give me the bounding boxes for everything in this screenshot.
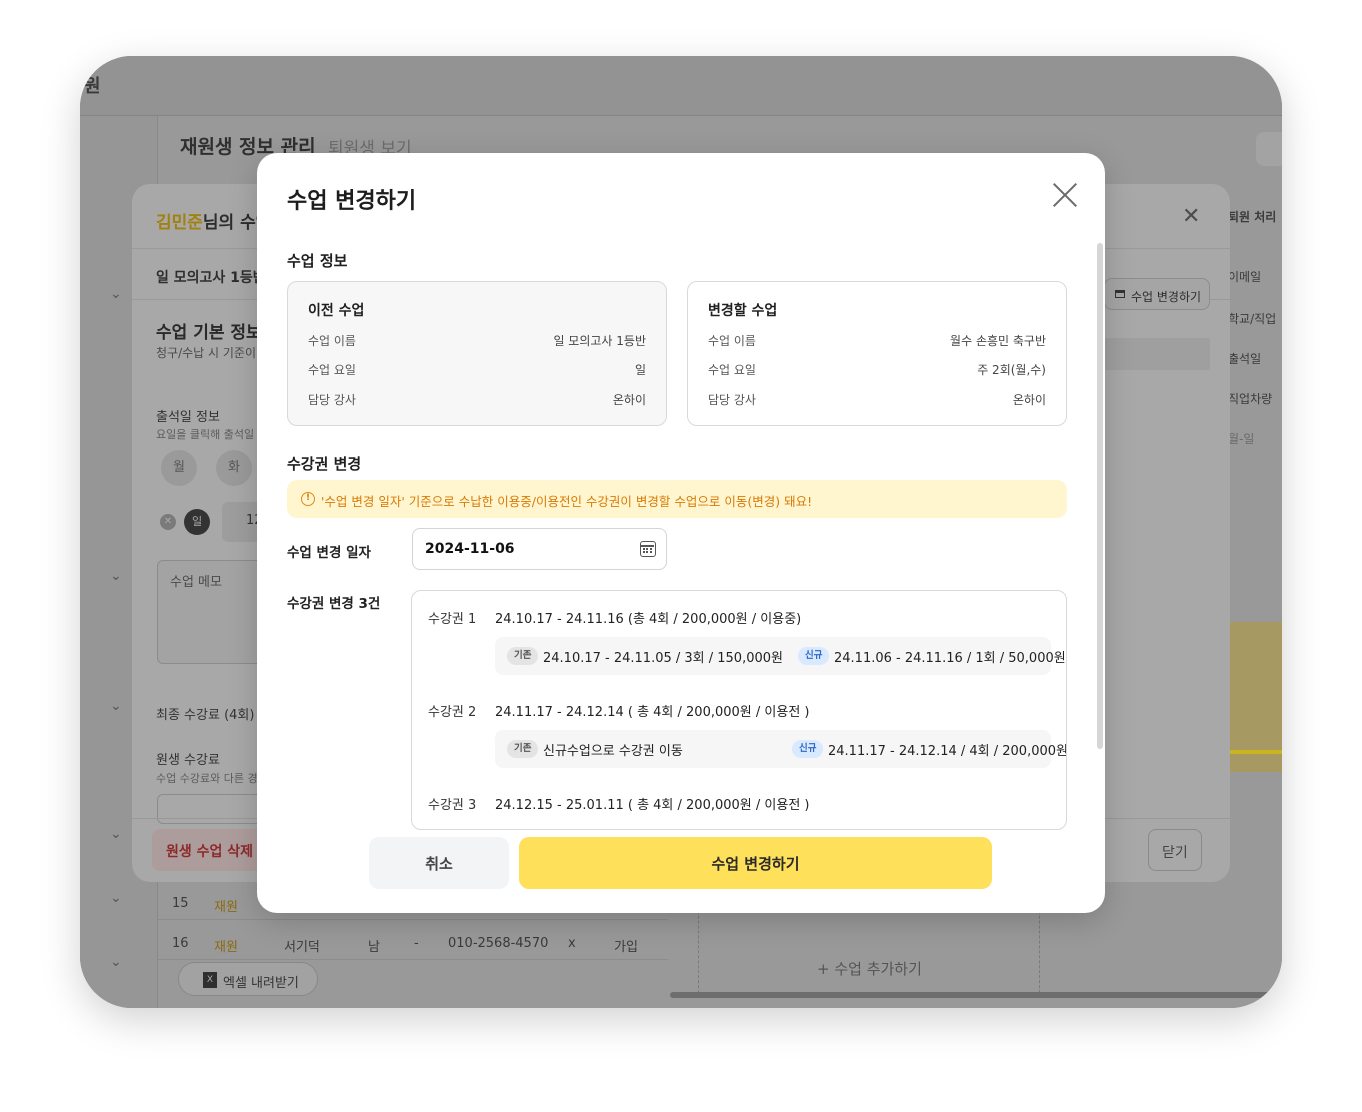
change-date-label: 수업 변경 일자 bbox=[287, 545, 371, 561]
close-icon[interactable] bbox=[1051, 181, 1079, 209]
time-field[interactable]: 12 bbox=[222, 502, 263, 542]
pass-count-label: 수강권 변경 3건 bbox=[287, 596, 381, 612]
info-label: 담당 강사 bbox=[708, 393, 756, 407]
right-column: 퇴원 처리 이메일 학교/직업 출석일 직업차량 월-일 bbox=[1228, 186, 1282, 706]
day-toggle[interactable]: 화 bbox=[216, 450, 252, 486]
pass-name: 수강권 1 bbox=[428, 612, 477, 627]
new-class-title: 변경할 수업 bbox=[708, 303, 778, 319]
info-value: 월수 손흥민 축구반 bbox=[950, 334, 1046, 348]
new-badge: 신규 bbox=[792, 740, 824, 758]
chevron-down-icon[interactable]: ⌄ bbox=[110, 890, 122, 906]
original-fee-label: 원생 수강료 bbox=[156, 753, 220, 768]
app-topbar: 원 bbox=[80, 56, 1282, 116]
card-icon bbox=[1115, 290, 1125, 298]
app-title: 원 bbox=[84, 76, 101, 97]
attendance-hint: 요일을 클릭해 출석일 선 bbox=[156, 428, 268, 441]
pass-range: 24.12.15 - 25.01.11 ( 총 4회 / 200,000원 / … bbox=[495, 798, 810, 813]
info-label: 수업 요일 bbox=[308, 363, 356, 377]
right-item: 월-일 bbox=[1228, 432, 1255, 446]
horizontal-scrollbar[interactable] bbox=[670, 992, 1282, 998]
day-chip-active[interactable]: 일 bbox=[184, 509, 210, 535]
change-date-value: 2024-11-06 bbox=[425, 541, 515, 557]
close-icon[interactable]: ✕ bbox=[1182, 204, 1200, 229]
final-fee-label: 최종 수강료 (4회) bbox=[156, 708, 255, 723]
right-item: 출석일 bbox=[1228, 352, 1262, 366]
original-fee-hint: 수업 수강료와 다른 경 bbox=[156, 772, 258, 785]
pass-name: 수강권 2 bbox=[428, 705, 477, 720]
info-value: 일 모의고사 1등반 bbox=[553, 334, 646, 348]
day-toggle[interactable]: 월 bbox=[161, 450, 197, 486]
change-date-input[interactable]: 2024-11-06 bbox=[412, 528, 667, 570]
add-class-button[interactable]: + 수업 추가하기 bbox=[817, 958, 922, 979]
notice-text: '수업 변경 일자' 기준으로 수납한 이용중/이용전인 수강권이 변경할 수업… bbox=[321, 494, 813, 509]
right-item: 학교/직업 bbox=[1228, 312, 1277, 326]
delete-class-button[interactable]: 원생 수업 삭제 bbox=[152, 829, 264, 871]
student-class-title: 김민준님의 수업 bbox=[156, 213, 272, 233]
attendance-label: 출석일 정보 bbox=[156, 410, 220, 425]
info-value: 일 bbox=[634, 363, 646, 377]
info-value: 온하이 bbox=[612, 393, 646, 407]
memo-input[interactable]: 수업 메모 bbox=[157, 560, 267, 664]
chevron-down-icon[interactable]: ⌄ bbox=[110, 954, 122, 970]
chevron-down-icon[interactable]: ⌄ bbox=[110, 826, 122, 842]
modal-title: 수업 변경하기 bbox=[287, 189, 417, 214]
table-row[interactable]: 16 재원 서기덕 남 - 010-2568-4570 x 가입 bbox=[158, 926, 668, 960]
pass-range: 24.11.17 - 24.12.14 ( 총 4회 / 200,000원 / … bbox=[495, 705, 810, 720]
change-class-button[interactable]: 수업 변경하기 bbox=[1104, 278, 1210, 310]
info-label: 수업 이름 bbox=[708, 334, 756, 348]
document-icon[interactable] bbox=[1256, 132, 1282, 166]
retire-action[interactable]: 퇴원 처리 bbox=[1228, 208, 1282, 225]
notice-banner: ! '수업 변경 일자' 기준으로 수납한 이용중/이용전인 수강권이 변경할 … bbox=[287, 480, 1067, 518]
tab-class[interactable]: 일 모의고사 1등반 bbox=[156, 267, 266, 287]
remove-icon[interactable]: ✕ bbox=[160, 514, 176, 530]
submit-change-button[interactable]: 수업 변경하기 bbox=[519, 837, 992, 889]
excel-icon: X bbox=[203, 972, 217, 988]
old-pass-text: 신규수업으로 수강권 이동 bbox=[543, 744, 683, 759]
pass-range: 24.10.17 - 24.11.16 (총 4회 / 200,000원 / 이… bbox=[495, 612, 802, 627]
right-item: 이메일 bbox=[1228, 270, 1262, 284]
old-badge: 기존 bbox=[507, 647, 539, 665]
section-subtitle: 청구/수납 시 기준이 bbox=[156, 346, 256, 360]
pass-change-list: 수강권 1 24.10.17 - 24.11.16 (총 4회 / 200,00… bbox=[411, 590, 1067, 830]
previous-class-card: 이전 수업 수업 이름 일 모의고사 1등반 수업 요일 일 담당 강사 온하이 bbox=[287, 281, 667, 426]
right-item: 직업차량 bbox=[1228, 392, 1273, 406]
pass-change-title: 수강권 변경 bbox=[287, 455, 362, 473]
cancel-button[interactable]: 취소 bbox=[369, 837, 509, 889]
old-badge: 기존 bbox=[507, 740, 539, 758]
chevron-down-icon[interactable]: ⌄ bbox=[110, 698, 122, 714]
pass-name: 수강권 3 bbox=[428, 798, 477, 813]
info-label: 수업 요일 bbox=[708, 363, 756, 377]
chevron-down-icon[interactable]: ⌄ bbox=[110, 286, 122, 302]
calendar-icon[interactable] bbox=[640, 541, 656, 557]
change-class-modal: 수업 변경하기 수업 정보 이전 수업 수업 이름 일 모의고사 1등반 수업 … bbox=[257, 153, 1105, 913]
pass-split-row: 기존 신규수업으로 수강권 이동 신규 24.11.17 - 24.12.14 … bbox=[495, 730, 1066, 768]
chevron-down-icon[interactable]: ⌄ bbox=[110, 568, 122, 584]
previous-class-title: 이전 수업 bbox=[308, 303, 365, 319]
alert-icon: ! bbox=[301, 492, 315, 506]
close-button[interactable]: 닫기 bbox=[1148, 829, 1202, 871]
info-label: 담당 강사 bbox=[308, 393, 356, 407]
pass-split-row: 기존 24.10.17 - 24.11.05 / 3회 / 150,000원 신… bbox=[495, 637, 1066, 675]
new-class-card: 변경할 수업 수업 이름 월수 손흥민 축구반 수업 요일 주 2회(월,수) … bbox=[687, 281, 1067, 426]
excel-download-button[interactable]: X 엑셀 내려받기 bbox=[178, 962, 318, 996]
new-pass-text: 24.11.17 - 24.12.14 / 4회 / 200,000원 bbox=[828, 744, 1067, 759]
modal-scrollbar[interactable] bbox=[1097, 243, 1103, 749]
section-title: 수업 기본 정보 bbox=[156, 323, 262, 343]
old-pass-text: 24.10.17 - 24.11.05 / 3회 / 150,000원 bbox=[543, 651, 783, 666]
info-label: 수업 이름 bbox=[308, 334, 356, 348]
class-info-title: 수업 정보 bbox=[287, 252, 348, 270]
new-pass-text: 24.11.06 - 24.11.16 / 1회 / 50,000원 bbox=[834, 651, 1066, 666]
highlight-line bbox=[1228, 750, 1282, 754]
info-value: 온하이 bbox=[1012, 393, 1046, 407]
new-badge: 신규 bbox=[798, 647, 830, 665]
info-value: 주 2회(월,수) bbox=[977, 363, 1046, 377]
